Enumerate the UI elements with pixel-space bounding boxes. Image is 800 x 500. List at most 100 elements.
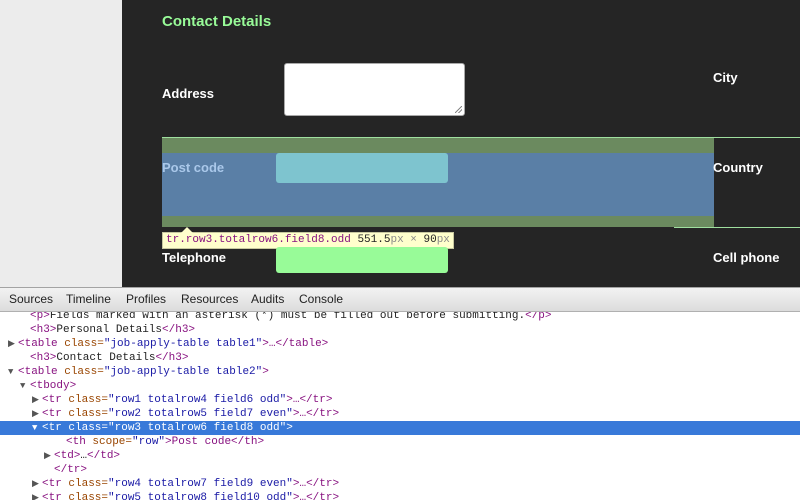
tab-console[interactable]: Console [299, 292, 343, 306]
city-label: City [713, 70, 738, 85]
dom-close-tag: </tr> [299, 394, 333, 406]
dom-text: >… [292, 478, 307, 490]
page-viewport: Contact Details Address City Post code C… [0, 0, 800, 287]
disclosure-open-icon[interactable]: ▼ [20, 379, 30, 393]
dom-close-tag: </h3> [155, 352, 189, 364]
tab-audits[interactable]: Audits [251, 292, 284, 306]
tooltip-width-unit: px [390, 234, 404, 246]
dom-tag: <tr [42, 394, 69, 406]
resize-grip-icon[interactable] [455, 106, 462, 113]
dom-attr-name: class= [68, 492, 109, 500]
dom-close-tag: </tr> [306, 408, 340, 420]
dom-tree-line[interactable]: ▶ <tr class="row5 totalrow8 field10 odd">… [0, 491, 800, 500]
tab-resources[interactable]: Resources [181, 292, 238, 306]
dom-attr-name: class= [68, 394, 109, 406]
row-margin-bottom [162, 216, 714, 227]
row-margin-top [162, 137, 714, 153]
disclosure-closed-icon[interactable]: ▶ [32, 491, 42, 500]
cell-phone-label: Cell phone [713, 250, 780, 265]
dom-attr-value: "row2 totalrow5 field7 even" [108, 408, 293, 420]
dom-attr-value: "row5 totalrow8 field10 odd" [108, 492, 293, 500]
dom-tree[interactable]: <p>Fields marked with an asterisk (*) mu… [0, 312, 800, 500]
dom-text: >… [286, 394, 300, 406]
dom-text: >… [292, 492, 307, 500]
disclosure-open-icon[interactable]: ▼ [8, 365, 18, 379]
dom-text: > [286, 422, 293, 434]
dom-close-tag: </h3> [162, 324, 196, 336]
dom-attr-value: "row1 totalrow4 field6 odd" [108, 394, 287, 406]
dom-close-tag: </tr> [306, 492, 340, 500]
dom-text: > [262, 366, 269, 378]
dom-tree-line[interactable]: ▼ <tbody> [0, 379, 800, 393]
dom-tree-line[interactable]: ▶ <tr class="row4 totalrow7 field9 even">… [0, 477, 800, 491]
dom-tag: <tr [42, 408, 69, 420]
post-code-input[interactable] [276, 153, 448, 183]
dom-tree-line[interactable]: </tr> [0, 463, 800, 477]
disclosure-closed-icon[interactable]: ▶ [32, 477, 42, 491]
dom-text: Fields marked with an asterisk (*) must … [49, 312, 526, 322]
telephone-label: Telephone [162, 250, 227, 265]
devtools-panel: Sources Timeline Profiles Resources Audi… [0, 287, 800, 500]
dom-tree-line[interactable]: ▶ <table class="job-apply-table table1">…… [0, 337, 800, 351]
dom-text: >Post code [165, 436, 232, 448]
dom-tree-line[interactable]: ▶ <tr class="row2 totalrow5 field7 even">… [0, 407, 800, 421]
telephone-input[interactable] [276, 247, 448, 273]
tab-sources[interactable]: Sources [9, 292, 53, 306]
contact-form-panel: Contact Details Address City Post code C… [122, 0, 800, 287]
disclosure-closed-icon[interactable]: ▶ [32, 407, 42, 421]
disclosure-closed-icon[interactable]: ▶ [8, 337, 18, 351]
dom-tag: <tr [42, 478, 69, 490]
dom-attr-name: scope= [92, 436, 133, 448]
dom-tree-line[interactable]: ▼ <table class="job-apply-table table2"> [0, 365, 800, 379]
dom-tag: <table [18, 366, 65, 378]
dom-tree-line[interactable]: ▶ <td>…</td> [0, 449, 800, 463]
dom-tag: <h3> [30, 324, 57, 336]
disclosure-closed-icon[interactable]: ▶ [44, 449, 54, 463]
dom-close-tag: </td> [87, 450, 121, 462]
tooltip-times: × [403, 234, 424, 246]
tab-profiles[interactable]: Profiles [126, 292, 166, 306]
dom-attr-name: class= [68, 408, 109, 420]
tooltip-selector: tr.row3.totalrow6.field8.odd [166, 234, 351, 246]
dom-close-tag: </tr> [306, 478, 340, 490]
dom-text: Personal Details [56, 324, 163, 336]
address-textarea[interactable] [284, 63, 465, 116]
tooltip-width: 551.5 [357, 234, 391, 246]
dom-text: >… [262, 338, 276, 350]
dom-tree-line[interactable]: <h3>Personal Details</h3> [0, 323, 800, 337]
dom-tag: <tr [42, 422, 69, 434]
dom-tag: <tr [42, 492, 69, 500]
dom-attr-value: "row4 totalrow7 field9 even" [108, 478, 293, 490]
dom-tree-line[interactable]: <th scope="row">Post code</th> [0, 435, 800, 449]
section-heading: Contact Details [162, 13, 272, 30]
disclosure-open-icon[interactable]: ▼ [32, 421, 42, 435]
dom-tag: <table [18, 338, 65, 350]
dom-attr-value: "job-apply-table table2" [103, 366, 263, 378]
dom-close-tag: </table> [275, 338, 329, 350]
dom-tree-line[interactable]: ▼ <tr class="row3 totalrow6 field8 odd"> [0, 421, 800, 435]
dom-tree-line[interactable]: <p>Fields marked with an asterisk (*) mu… [0, 312, 800, 323]
dom-attr-value: "job-apply-table table1" [103, 338, 263, 350]
dom-tag: <th [66, 436, 93, 448]
row-guide-line-bottom [674, 227, 800, 228]
dom-attr-name: class= [64, 338, 104, 350]
country-label: Country [713, 160, 763, 175]
disclosure-closed-icon[interactable]: ▶ [32, 393, 42, 407]
dom-tag: <tbody> [30, 380, 77, 392]
dom-tree-line[interactable]: ▶ <tr class="row1 totalrow4 field6 odd">…… [0, 393, 800, 407]
dom-attr-name: class= [64, 366, 104, 378]
tooltip-arrow-icon [181, 227, 193, 233]
dom-attr-name: class= [68, 478, 109, 490]
dom-tag: </tr> [54, 464, 88, 476]
dom-tag: <h3> [30, 352, 57, 364]
dom-attr-name: class= [68, 422, 109, 434]
dom-tree-line[interactable]: <h3>Contact Details</h3> [0, 351, 800, 365]
address-label: Address [162, 86, 215, 101]
tooltip-height: 90 [423, 234, 437, 246]
tab-timeline[interactable]: Timeline [66, 292, 111, 306]
dom-attr-value: "row" [132, 436, 166, 448]
dom-text: Contact Details [56, 352, 156, 364]
devtools-toolbar: Sources Timeline Profiles Resources Audi… [0, 288, 800, 312]
dom-attr-value: "row3 totalrow6 field8 odd" [108, 422, 287, 434]
dom-close-tag: </p> [525, 312, 552, 322]
